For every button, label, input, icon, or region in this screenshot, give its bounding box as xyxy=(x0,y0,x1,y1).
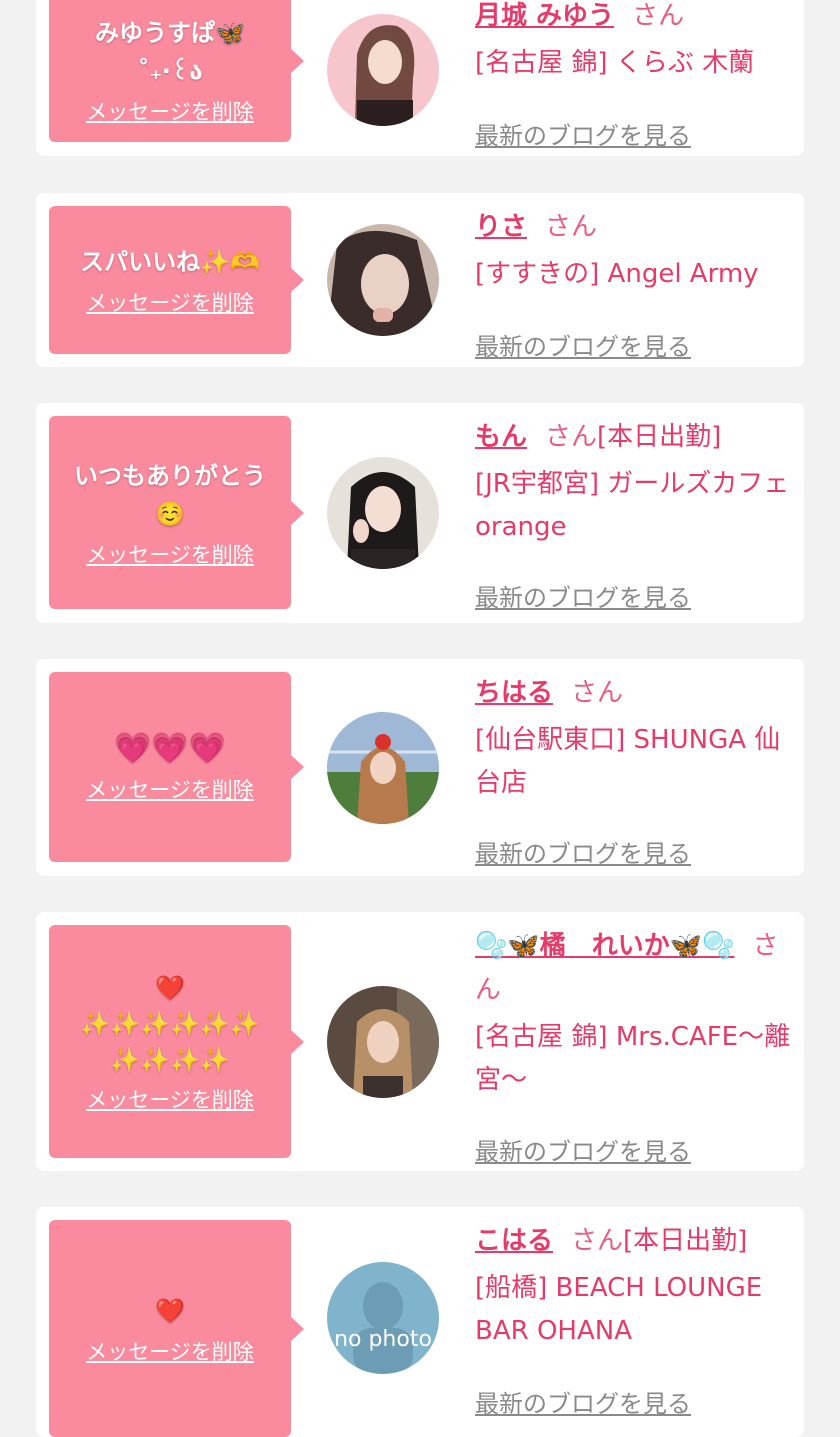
message-bubble: みゆうすぱ🦋 ˚₊‧꒰ა メッセージを削除 xyxy=(49,0,304,142)
message-text: ❤️ xyxy=(155,1296,185,1325)
message-text: いつもありがとう ☺️ xyxy=(74,461,266,528)
message-bubble: スパいいね✨🫶 メッセージを削除 xyxy=(49,206,304,354)
message-card: みゆうすぱ🦋 ˚₊‧꒰ა メッセージを削除 月城 みゆう さん [名古屋 錦] く… xyxy=(36,0,804,156)
message-text: みゆうすぱ🦋 ˚₊‧꒰ა xyxy=(95,19,245,85)
avatar[interactable] xyxy=(327,712,439,824)
message-card: ❤️ ✨✨✨✨✨✨ ✨✨✨✨ メッセージを削除 🫧🦋橘 れいか🦋🫧 さん [名古屋… xyxy=(36,912,804,1171)
cast-info: りさ さん [すすきの] Angel Army 最新のブログを見る xyxy=(475,205,795,361)
shop-name: [名古屋 錦] くらぶ 木蘭 xyxy=(475,48,755,78)
honorific: さん xyxy=(545,422,598,452)
cast-info: こはる さん[本日出勤] [船橋] BEACH LOUNGE BAR OHANA … xyxy=(475,1219,795,1418)
cast-info: 🫧🦋橘 れいか🦋🫧 さん [名古屋 錦] Mrs.CAFE〜離宮〜 最新のブログを… xyxy=(475,924,795,1166)
delete-message-link[interactable]: メッセージを削除 xyxy=(86,1084,254,1114)
message-text: スパいいね✨🫶 xyxy=(80,248,260,276)
cast-name-link[interactable]: もん xyxy=(475,422,527,452)
cast-info: ちはる さん [仙台駅東口] SHUNGA 仙台店 最新のブログを見る xyxy=(475,671,795,868)
latest-blog-link[interactable]: 最新のブログを見る xyxy=(475,116,691,151)
status-label: [本日出勤] xyxy=(597,422,722,452)
cast-name-link[interactable]: こはる xyxy=(475,1226,553,1256)
message-card: 💗💗💗 メッセージを削除 ちはる さん [仙台駅東口] SHUNGA 仙台店 最新… xyxy=(36,659,804,876)
no-photo-label: no photo xyxy=(334,1327,432,1352)
shop-name: [仙台駅東口] SHUNGA 仙台店 xyxy=(475,725,781,798)
shop-name: [すすきの] Angel Army xyxy=(475,259,759,289)
delete-message-link[interactable]: メッセージを削除 xyxy=(86,287,254,317)
message-text: 💗💗💗 xyxy=(113,731,227,766)
delete-message-link[interactable]: メッセージを削除 xyxy=(86,1336,254,1366)
avatar[interactable] xyxy=(327,224,439,336)
message-bubble: 💗💗💗 メッセージを削除 xyxy=(49,672,304,862)
honorific: さん xyxy=(571,1226,624,1256)
message-card: ❤️ メッセージを削除 no photo こはる さん[本日出勤] [船橋] BE… xyxy=(36,1207,804,1437)
shop-name: [名古屋 錦] Mrs.CAFE〜離宮〜 xyxy=(475,1022,791,1095)
avatar[interactable] xyxy=(327,457,439,569)
cast-info: もん さん[本日出勤] [JR宇都宮] ガールズカフェ orange 最新のブログ… xyxy=(475,415,795,612)
honorific: さん xyxy=(632,1,685,31)
message-bubble: ❤️ ✨✨✨✨✨✨ ✨✨✨✨ メッセージを削除 xyxy=(49,925,304,1158)
message-card: スパいいね✨🫶 メッセージを削除 りさ さん [すすきの] Angel Army … xyxy=(36,193,804,367)
message-text: ❤️ ✨✨✨✨✨✨ ✨✨✨✨ xyxy=(80,973,260,1074)
shop-name: [船橋] BEACH LOUNGE BAR OHANA xyxy=(475,1273,763,1346)
shop-name: [JR宇都宮] ガールズカフェ orange xyxy=(475,469,790,542)
honorific: さん xyxy=(571,678,624,708)
cast-name-link[interactable]: 🫧🦋橘 れいか🦋🫧 xyxy=(475,931,735,961)
avatar[interactable] xyxy=(327,14,439,126)
latest-blog-link[interactable]: 最新のブログを見る xyxy=(475,1384,691,1419)
honorific: さん xyxy=(545,212,598,242)
latest-blog-link[interactable]: 最新のブログを見る xyxy=(475,327,691,362)
cast-name-link[interactable]: りさ xyxy=(475,212,527,242)
message-bubble: いつもありがとう ☺️ メッセージを削除 xyxy=(49,416,304,609)
cast-name-link[interactable]: ちはる xyxy=(475,678,553,708)
avatar[interactable]: no photo xyxy=(327,1262,439,1374)
cast-name-link[interactable]: 月城 みゆう xyxy=(475,1,614,31)
latest-blog-link[interactable]: 最新のブログを見る xyxy=(475,1132,691,1167)
latest-blog-link[interactable]: 最新のブログを見る xyxy=(475,578,691,613)
cast-info: 月城 みゆう さん [名古屋 錦] くらぶ 木蘭 最新のブログを見る xyxy=(475,0,795,150)
message-card: いつもありがとう ☺️ メッセージを削除 もん さん[本日出勤] [JR宇都宮] … xyxy=(36,403,804,623)
delete-message-link[interactable]: メッセージを削除 xyxy=(86,539,254,569)
delete-message-link[interactable]: メッセージを削除 xyxy=(86,774,254,804)
delete-message-link[interactable]: メッセージを削除 xyxy=(86,96,254,126)
latest-blog-link[interactable]: 最新のブログを見る xyxy=(475,834,691,869)
status-label: [本日出勤] xyxy=(623,1226,748,1256)
avatar[interactable] xyxy=(327,986,439,1098)
message-bubble: ❤️ メッセージを削除 xyxy=(49,1220,304,1437)
